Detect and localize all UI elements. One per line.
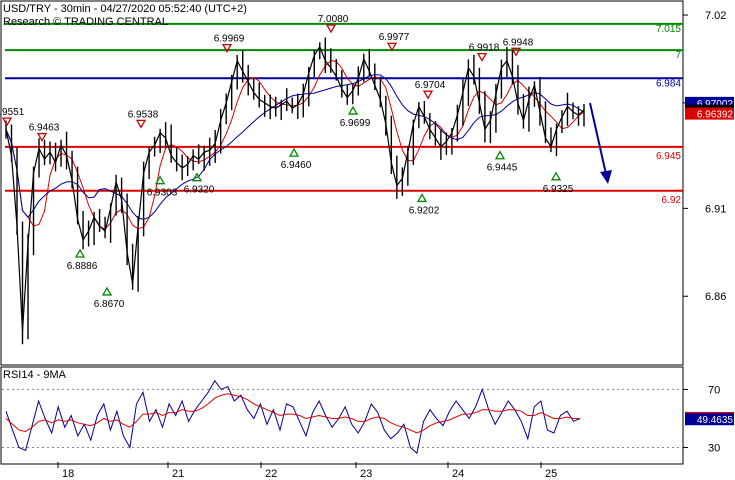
price-tags: 6.970026.96566.96392	[685, 96, 734, 121]
low-value-label: 6.9320	[184, 185, 215, 196]
high-value-label: 7.0080	[318, 14, 349, 25]
low-value-label: 6.9445	[487, 163, 518, 174]
high-value-label: 6.9977	[379, 32, 410, 43]
time-axis: 18 21 22 23 24 25	[1, 462, 683, 480]
price-axis-tick-label: 6.91	[705, 203, 726, 215]
low-value-label: 6.8670	[94, 299, 125, 310]
low-value-label: 6.9202	[409, 205, 440, 216]
price-axis-tick-label: 7.02	[705, 10, 726, 22]
low-value-label: 6.9460	[281, 160, 312, 171]
chart-stage: 7.015 7 6.984 6.945 6.92 6.9551 6.9463 6.9538 6…	[0, 0, 735, 480]
rsi-panel-frame	[0, 366, 684, 465]
rsi-panel-label: RSI14 - 9MA	[3, 369, 67, 381]
time-axis-tick-label: 24	[452, 468, 464, 480]
level-label: 7	[675, 50, 681, 61]
rsi-value-tag-label: 49.4635	[697, 415, 734, 426]
usdtry-chart: 7.015 7 6.984 6.945 6.92 6.9551 6.9463 6.9538 6…	[0, 0, 734, 480]
high-value-label: 6.9704	[415, 80, 446, 91]
level-label: 6.984	[656, 78, 681, 89]
rsi-axis-tick-label: 30	[708, 442, 720, 454]
time-axis-tick-label: 18	[62, 468, 74, 480]
time-axis-tick-label: 23	[360, 468, 372, 480]
low-value-label: 6.8886	[67, 261, 98, 272]
level-label: 7.015	[656, 24, 681, 35]
high-value-label: 6.9918	[469, 43, 500, 54]
research-credit: Research © TRADING CENTRAL	[3, 16, 168, 28]
high-value-label: 6.9463	[29, 123, 60, 134]
rsi-axis-tick-label: 70	[708, 384, 720, 396]
low-value-label: 6.9325	[543, 184, 574, 195]
level-label: 6.945	[656, 151, 681, 162]
low-value-label: 6.9699	[340, 118, 371, 129]
price-panel-frame	[0, 0, 684, 366]
high-value-label: 6.9538	[128, 109, 159, 120]
level-label: 6.92	[662, 195, 682, 206]
price-axis-tick-label: 6.86	[705, 291, 726, 303]
time-axis-tick-label: 22	[265, 468, 277, 480]
high-value-label: 6.9948	[503, 37, 534, 48]
high-value-label: 6.9551	[0, 107, 25, 118]
price-tag-label: 6.96392	[697, 110, 734, 121]
time-axis-tick-label: 21	[172, 468, 184, 480]
time-axis-tick-label: 25	[545, 468, 557, 480]
price-axis: 7.026.976.916.86	[683, 10, 726, 303]
low-value-label: 6.9303	[147, 188, 178, 199]
chart-title: USD/TRY - 30min - 04/27/2020 05:52:40 (U…	[3, 3, 247, 15]
high-value-label: 6.9969	[214, 34, 245, 45]
